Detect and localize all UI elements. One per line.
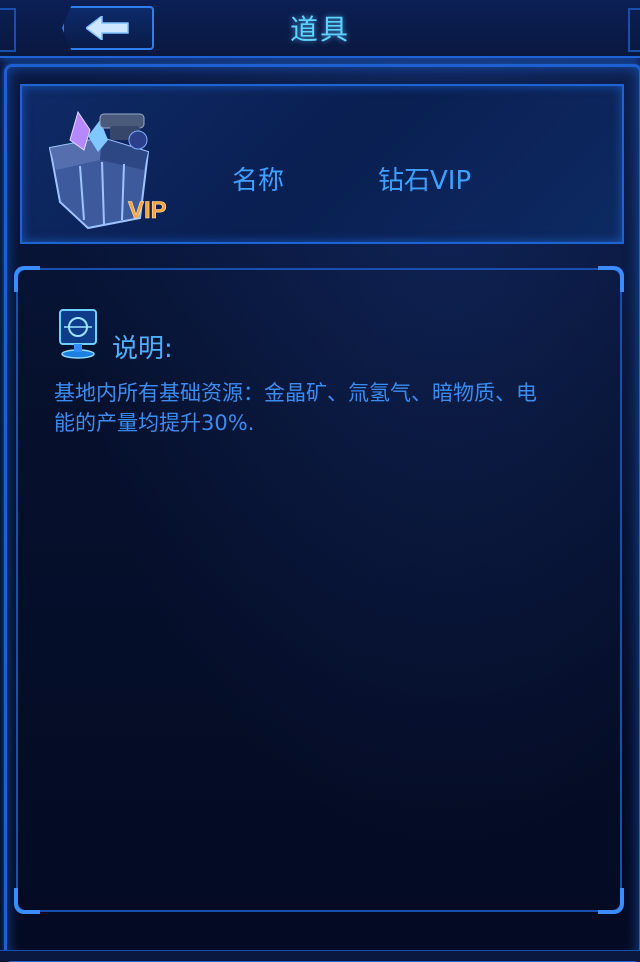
panel-corner xyxy=(14,266,40,292)
vip-badge-text: VIP xyxy=(128,197,167,224)
panel-corner xyxy=(598,266,624,292)
item-name-value: 钻石VIP xyxy=(378,166,472,196)
top-bar: 道具 xyxy=(0,0,640,58)
hologram-info-icon xyxy=(56,308,100,360)
description-text: 基地内所有基础资源：金晶矿、氚氢气、暗物质、电能的产量均提升30%. xyxy=(54,381,537,435)
vip-treasure-chest-icon: VIP xyxy=(40,100,190,230)
panel-corner xyxy=(14,888,40,914)
page-title: 道具 xyxy=(289,13,350,46)
bottom-strip xyxy=(0,950,640,961)
description-title: 说明: xyxy=(112,334,173,364)
description-panel xyxy=(16,268,622,912)
panel-corner xyxy=(598,888,624,914)
item-name-label: 名称 xyxy=(232,166,285,196)
